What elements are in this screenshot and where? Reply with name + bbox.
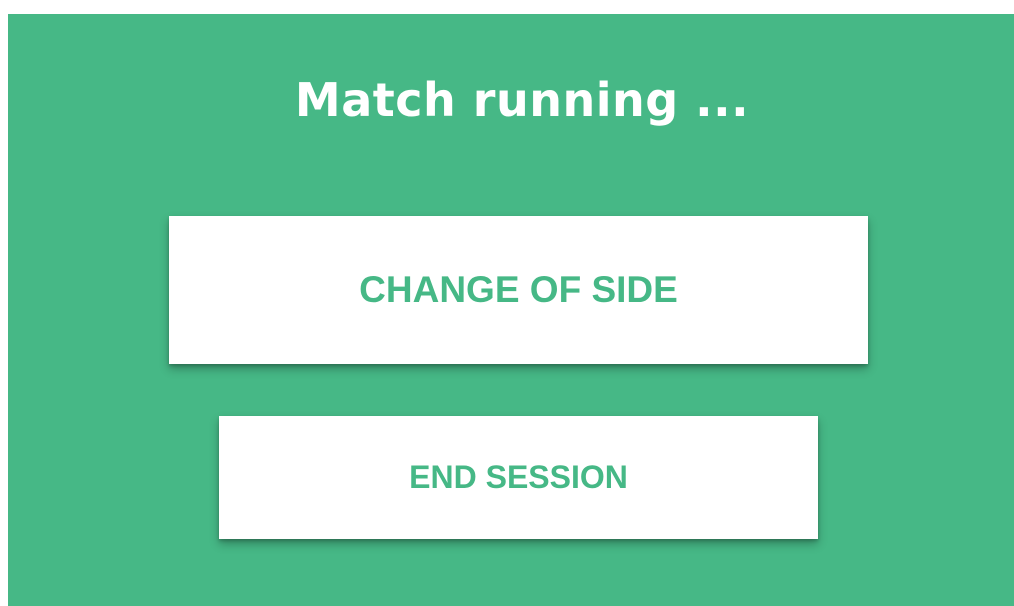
change-of-side-button[interactable]: CHANGE OF SIDE — [169, 216, 868, 364]
match-screen: Match running ... CHANGE OF SIDE END SES… — [8, 14, 1014, 606]
end-session-button[interactable]: END SESSION — [219, 416, 818, 539]
page-title: Match running ... — [294, 73, 750, 127]
